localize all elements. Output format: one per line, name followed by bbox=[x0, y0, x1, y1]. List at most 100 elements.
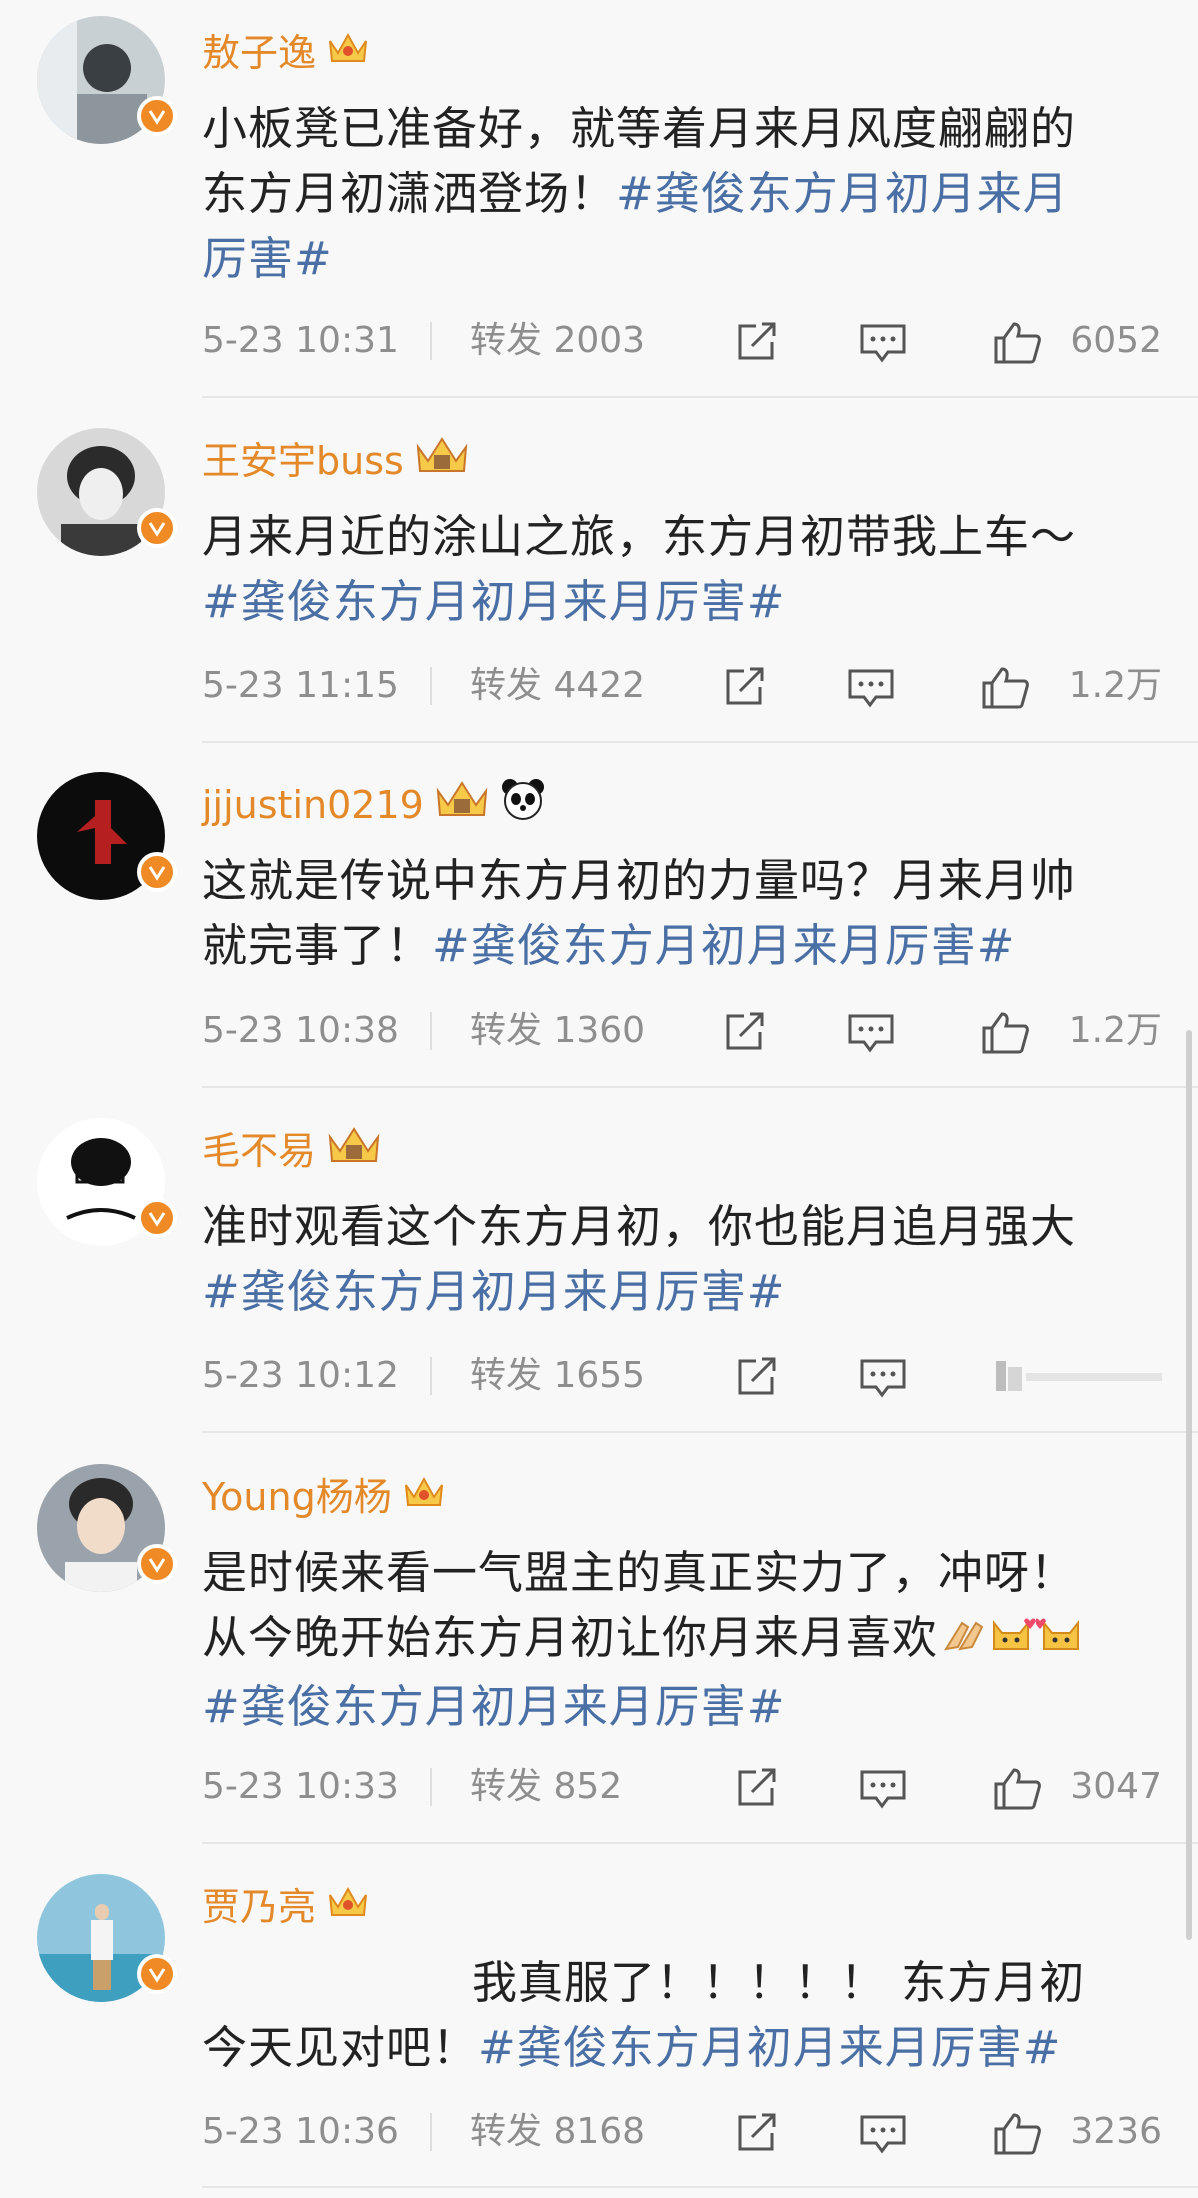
verified-badge-icon bbox=[137, 508, 177, 548]
comment-text-span: 东方月初潇洒登场！ bbox=[202, 167, 617, 220]
comment-line: 从今晚开始东方月初让你月来月喜欢 bbox=[202, 1605, 1168, 1674]
timestamp: 5-23 10:36 bbox=[202, 2111, 399, 2152]
crown-icon bbox=[326, 1123, 382, 1179]
like-count: 1.2万 bbox=[1068, 665, 1162, 706]
comment-text: 这就是传说中东方月初的力量吗？月来月帅 就完事了！#龚俊东方月初月来月厉害# bbox=[202, 848, 1168, 978]
crown-icon bbox=[434, 777, 490, 833]
repost-count[interactable]: 转发 852 bbox=[470, 1762, 622, 1812]
hashtag-link[interactable]: #龚俊东方月初月来月厉害# bbox=[202, 1265, 785, 1318]
author-label: jjjustin0219 bbox=[202, 783, 424, 827]
comment-icon[interactable] bbox=[846, 665, 896, 713]
meta-divider bbox=[430, 1768, 432, 1806]
comment-line: 就完事了！#龚俊东方月初月来月厉害# bbox=[202, 913, 1168, 978]
comment-line: 小板凳已准备好，就等着月来月风度翩翩的 bbox=[202, 102, 1077, 155]
author-name[interactable]: 王安宇buss bbox=[202, 436, 470, 486]
crown-icon bbox=[402, 1471, 446, 1523]
scrollbar[interactable] bbox=[1186, 1030, 1192, 1940]
comment-text-span: 我真服了！！！！！ 东方月初 bbox=[472, 1956, 1086, 2009]
divider bbox=[202, 741, 1198, 743]
verified-badge-icon bbox=[137, 96, 177, 136]
divider bbox=[202, 2186, 1198, 2188]
like-icon[interactable] bbox=[980, 1010, 1030, 1058]
meta-divider bbox=[430, 667, 432, 705]
like-count: 6052 bbox=[1070, 320, 1162, 361]
repost-count[interactable]: 转发 1655 bbox=[470, 1351, 645, 1401]
comment-meta: 5-23 10:12 转发 1655 bbox=[202, 1351, 1162, 1401]
avatar[interactable] bbox=[37, 1118, 177, 1246]
author-label: 贾乃亮 bbox=[202, 1885, 317, 1929]
comment-line: 准时观看这个东方月初，你也能月追月强大 bbox=[202, 1200, 1077, 1253]
divider bbox=[202, 1842, 1198, 1844]
cat-emoji-icon bbox=[986, 1609, 1037, 1674]
crown-icon bbox=[326, 27, 370, 79]
share-icon[interactable] bbox=[722, 1010, 770, 1058]
comment-line: 我真服了！！！！！ 东方月初 bbox=[202, 1950, 1168, 2015]
comment-line: 月来月近的涂山之旅，东方月初带我上车～ bbox=[202, 510, 1077, 563]
verified-badge-icon bbox=[137, 1544, 177, 1584]
hashtag-link[interactable]: 厉害# bbox=[202, 232, 333, 285]
avatar[interactable] bbox=[37, 1464, 177, 1592]
like-count: 3236 bbox=[1070, 2111, 1162, 2152]
divider bbox=[202, 396, 1198, 398]
share-icon[interactable] bbox=[734, 2111, 782, 2159]
comment-text: 是时候来看一气盟主的真正实力了，冲呀！ 从今晚开始东方月初让你月来月喜欢 #龚俊… bbox=[202, 1540, 1168, 1739]
author-name[interactable]: Young杨杨 bbox=[202, 1472, 446, 1522]
author-label: 王安宇buss bbox=[202, 439, 404, 483]
author-label: Young杨杨 bbox=[202, 1475, 392, 1519]
comment-icon[interactable] bbox=[858, 320, 908, 368]
like-count: 1.2万 bbox=[1068, 1010, 1162, 1051]
like-icon[interactable] bbox=[992, 320, 1042, 368]
repost-count[interactable]: 转发 8168 bbox=[470, 2107, 645, 2157]
like-icon[interactable] bbox=[992, 1361, 1162, 1391]
avatar[interactable] bbox=[37, 428, 177, 556]
avatar[interactable] bbox=[37, 1874, 177, 2002]
comment-meta: 5-23 10:31 转发 2003 6052 bbox=[202, 316, 1162, 366]
crown-icon bbox=[414, 433, 470, 489]
divider bbox=[202, 1086, 1198, 1088]
repost-count[interactable]: 转发 2003 bbox=[470, 316, 645, 366]
share-icon[interactable] bbox=[734, 320, 782, 368]
author-name[interactable]: 毛不易 bbox=[202, 1126, 382, 1176]
timestamp: 5-23 10:31 bbox=[202, 320, 399, 361]
share-icon[interactable] bbox=[734, 1355, 782, 1403]
panda-icon bbox=[500, 777, 546, 833]
hashtag-link[interactable]: #龚俊东方月初月来月厉害# bbox=[202, 575, 785, 628]
avatar[interactable] bbox=[37, 772, 177, 900]
timestamp: 5-23 10:33 bbox=[202, 1766, 399, 1807]
author-name[interactable]: 贾乃亮 bbox=[202, 1882, 370, 1932]
comment-line: 东方月初潇洒登场！#龚俊东方月初月来月 bbox=[202, 161, 1168, 226]
repost-count[interactable]: 转发 4422 bbox=[470, 661, 645, 711]
hashtag-link[interactable]: #龚俊东方月初月来月 bbox=[616, 167, 1069, 220]
author-name[interactable]: jjjustin0219 bbox=[202, 777, 546, 833]
comment-icon[interactable] bbox=[858, 2111, 908, 2159]
comment-text: 月来月近的涂山之旅，东方月初带我上车～ #龚俊东方月初月来月厉害# bbox=[202, 504, 1168, 634]
repost-count[interactable]: 转发 1360 bbox=[470, 1006, 645, 1056]
share-icon[interactable] bbox=[734, 1766, 782, 1814]
like-icon[interactable] bbox=[980, 665, 1030, 713]
comment-text: 小板凳已准备好，就等着月来月风度翩翩的 东方月初潇洒登场！#龚俊东方月初月来月 … bbox=[202, 96, 1168, 291]
comment-meta: 5-23 10:38 转发 1360 1.2万 bbox=[202, 1006, 1162, 1056]
hashtag-link[interactable]: #龚俊东方月初月来月厉害# bbox=[478, 2021, 1061, 2074]
timestamp: 5-23 11:15 bbox=[202, 665, 399, 706]
comment-meta: 5-23 10:33 转发 852 3047 bbox=[202, 1762, 1162, 1812]
author-label: 毛不易 bbox=[202, 1129, 317, 1173]
comment-icon[interactable] bbox=[858, 1355, 908, 1403]
meta-divider bbox=[430, 322, 432, 360]
verified-badge-icon bbox=[137, 1954, 177, 1994]
comment-text: 我真服了！！！！！ 东方月初 今天见对吧！#龚俊东方月初月来月厉害# bbox=[202, 1950, 1168, 2080]
avatar[interactable] bbox=[37, 16, 177, 144]
comment-text-span: 今天见对吧！ bbox=[202, 2021, 479, 2074]
comment-meta: 5-23 10:36 转发 8168 3236 bbox=[202, 2107, 1162, 2157]
share-icon[interactable] bbox=[722, 665, 770, 713]
comment-icon[interactable] bbox=[858, 1766, 908, 1814]
author-name[interactable]: 敖子逸 bbox=[202, 28, 370, 78]
comment-line: 是时候来看一气盟主的真正实力了，冲呀！ bbox=[202, 1546, 1077, 1599]
hashtag-link[interactable]: #龚俊东方月初月来月厉害# bbox=[432, 919, 1015, 972]
hashtag-link[interactable]: #龚俊东方月初月来月厉害# bbox=[202, 1680, 785, 1733]
hands-emoji-icon bbox=[940, 1609, 986, 1674]
author-label: 敖子逸 bbox=[202, 31, 317, 75]
like-icon[interactable] bbox=[992, 1766, 1042, 1814]
meta-divider bbox=[430, 2113, 432, 2151]
comment-icon[interactable] bbox=[846, 1010, 896, 1058]
like-icon[interactable] bbox=[992, 2111, 1042, 2159]
